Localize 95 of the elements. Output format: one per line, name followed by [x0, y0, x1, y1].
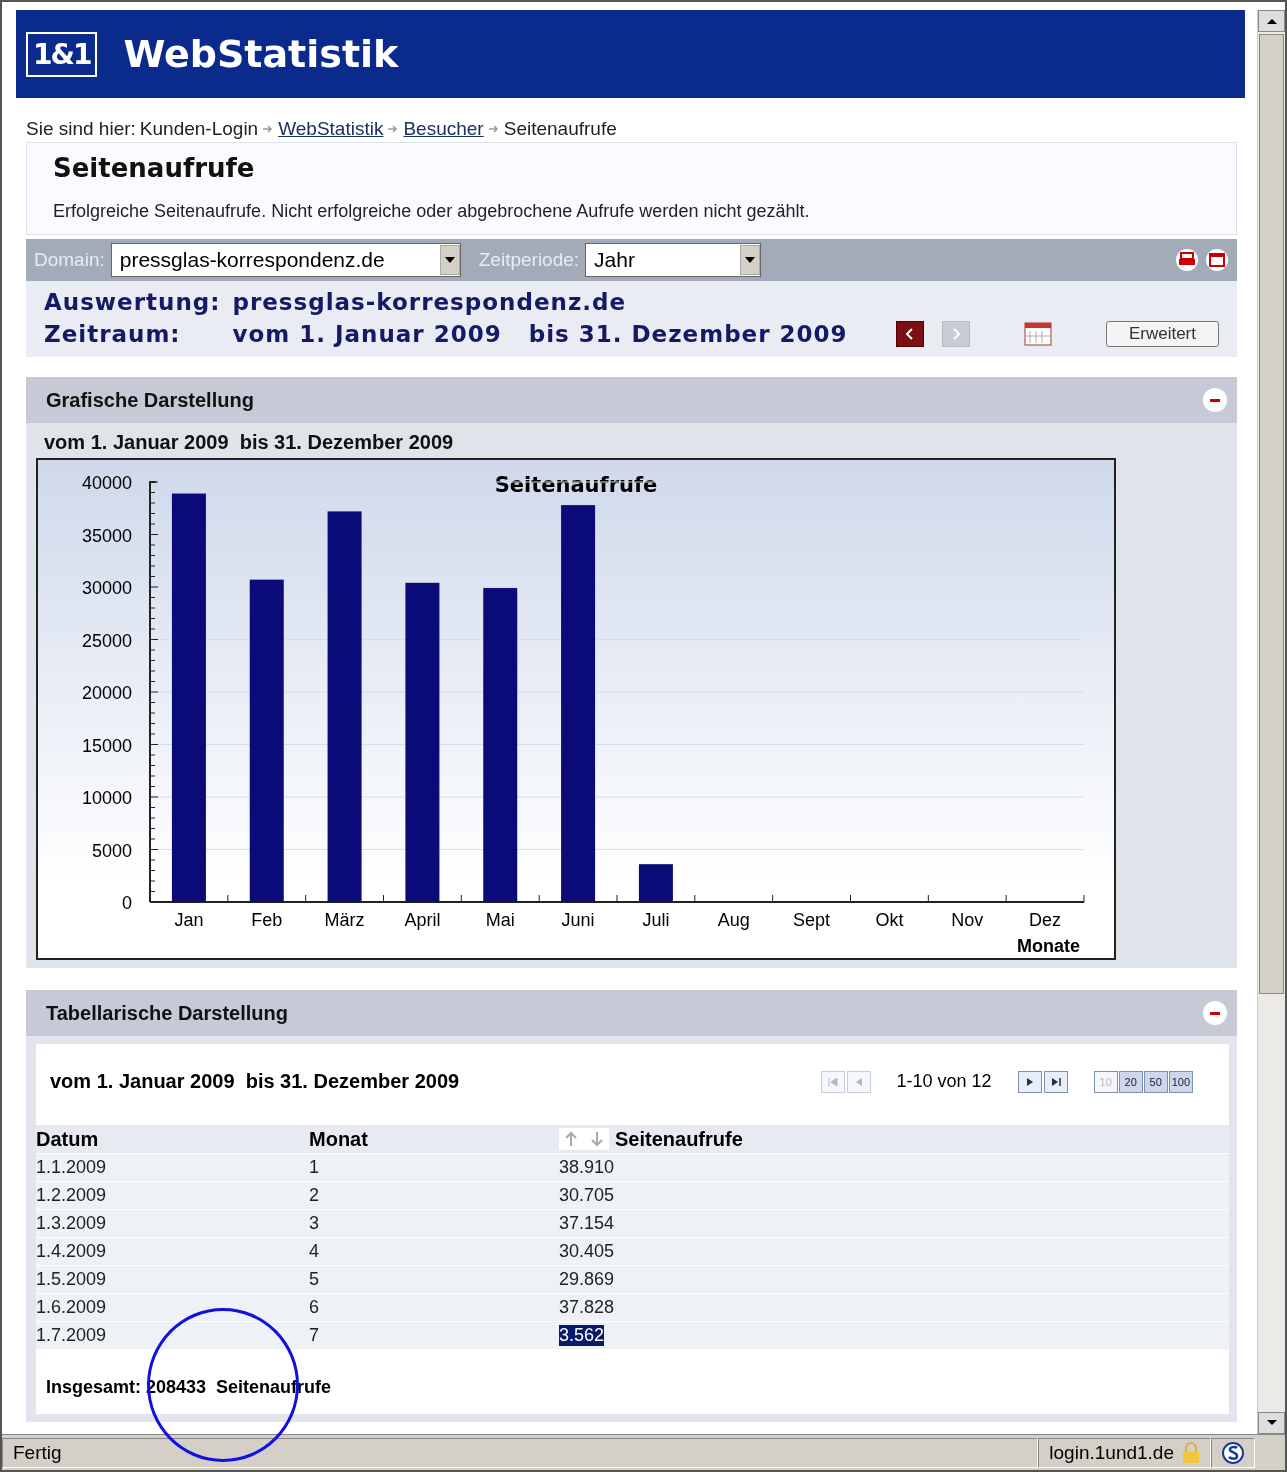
collapse-icon[interactable]: [1203, 1001, 1227, 1025]
y-tick-label: 30000: [81, 578, 132, 598]
next-last-page-icon[interactable]: [1017, 1070, 1068, 1093]
period-value: vom 1. Januar 2009 bis 31. Dezember 2009: [232, 321, 848, 347]
printer-icon[interactable]: [1175, 249, 1199, 271]
y-tick-label: 10000: [81, 788, 132, 808]
y-tick-label: 20000: [81, 683, 132, 703]
scroll-up-icon[interactable]: [1266, 18, 1277, 24]
page-title: Seitenaufrufe: [53, 153, 256, 183]
table-cell: 1.1.2009: [36, 1157, 107, 1178]
section-title: Tabellarische Darstellung: [46, 1001, 288, 1025]
filter-label: Domain:: [34, 249, 105, 271]
arrow-icon: [387, 124, 400, 134]
breadcrumb-item: Seitenaufrufe: [503, 118, 617, 140]
info-label: Zeitraum:: [44, 321, 182, 347]
table-cell: 4: [309, 1241, 319, 1262]
table-subtitle: vom 1. Januar 2009 bis 31. Dezember 2009: [50, 1070, 460, 1093]
table-cell: 30.705: [559, 1185, 615, 1206]
y-tick-label: 40000: [81, 473, 132, 493]
page-size-button[interactable]: 100: [1168, 1070, 1193, 1093]
y-tick-label: 25000: [81, 630, 132, 651]
window-icon[interactable]: [1205, 249, 1229, 271]
table-cell: 1: [309, 1157, 319, 1178]
arrow-icon: [262, 124, 275, 134]
chevron-right-icon: [950, 328, 961, 340]
erweitert-button[interactable]: Erweitert: [1105, 321, 1219, 347]
chart-title: Seitenaufrufe: [494, 473, 658, 497]
table-cell: 2: [309, 1185, 319, 1206]
x-tick-label: Dez: [1029, 910, 1062, 930]
logo: 1&1: [26, 31, 98, 77]
x-tick-label: März: [324, 910, 365, 930]
x-tick-label: Feb: [251, 910, 283, 930]
x-tick-label: Aug: [717, 910, 750, 930]
dropdown[interactable]: pressglas-korrespondenz.de: [110, 243, 461, 277]
table-cell: 7: [309, 1325, 319, 1346]
table-cell: 29.869: [559, 1269, 615, 1290]
table-cell: 37.154: [559, 1213, 615, 1234]
app-title: WebStatistik: [123, 32, 399, 76]
table-cell: 3.562: [559, 1325, 605, 1346]
chart-subtitle: vom 1. Januar 2009 bis 31. Dezember 2009: [43, 431, 455, 455]
y-tick-label: 35000: [81, 525, 132, 546]
page-size-button[interactable]: 50: [1143, 1070, 1168, 1093]
breadcrumb-label: Sie sind hier:: [26, 118, 136, 140]
y-tick-label: 0: [122, 893, 132, 913]
x-tick-label: Jan: [174, 910, 204, 930]
calendar-icon[interactable]: [1023, 322, 1052, 346]
x-tick-label: April: [404, 910, 441, 930]
bar: [638, 864, 673, 902]
previous-button[interactable]: [895, 321, 924, 347]
table-cell: 3: [309, 1213, 319, 1234]
y-tick-label: 15000: [81, 735, 132, 756]
pager-text: 1-10 von 12: [896, 1071, 992, 1092]
table-cell: 5: [309, 1269, 319, 1290]
scroll-down-icon[interactable]: [1266, 1420, 1277, 1426]
table-cell: 1.2.2009: [36, 1185, 107, 1206]
x-tick-label: Nov: [951, 910, 984, 930]
x-tick-label: Juni: [561, 910, 595, 930]
table-cell: 38.910: [559, 1157, 615, 1178]
scrollbar[interactable]: [1257, 10, 1285, 1434]
y-tick-label: 5000: [91, 840, 132, 861]
chevron-left-icon: [904, 328, 915, 340]
x-tick-label: Juli: [642, 910, 670, 930]
collapse-icon[interactable]: [1203, 388, 1227, 412]
x-tick-label: Sept: [793, 910, 831, 930]
column-header[interactable]: Seitenaufrufe: [615, 1127, 743, 1151]
table-cell: 1.3.2009: [36, 1213, 107, 1234]
dropdown-caret-icon: [740, 245, 761, 275]
host-text: login.1und1.de: [1049, 1441, 1174, 1464]
arrow-icon: [487, 124, 500, 134]
section-title: Grafische Darstellung: [46, 388, 254, 412]
table-cell: 37.828: [559, 1297, 615, 1318]
dropdown-caret-icon: [439, 245, 460, 275]
status-text: Fertig: [13, 1441, 62, 1464]
page-size-button[interactable]: 20: [1118, 1070, 1143, 1093]
breadcrumb-link[interactable]: Besucher: [403, 118, 484, 140]
breadcrumb-link[interactable]: WebStatistik: [278, 118, 384, 140]
s-logo-icon: [1222, 1441, 1244, 1464]
page-description: Erfolgreiche Seitenaufrufe. Nicht erfolgreiche oder abgebrochene Aufrufe werden nicht gezählt.: [53, 201, 811, 222]
info-label: Auswertung:: [44, 289, 221, 315]
x-tick-label: Mai: [485, 910, 515, 930]
table-cell: 1.4.2009: [36, 1241, 107, 1262]
table-cell: 6: [309, 1297, 319, 1318]
dropdown[interactable]: Jahr: [585, 243, 762, 277]
column-header[interactable]: Datum: [36, 1125, 309, 1153]
domain-value: pressglas-korrespondenz.de: [232, 289, 628, 315]
table-cell: 30.405: [559, 1241, 615, 1262]
table-cell: 1.5.2009: [36, 1269, 107, 1290]
table-cell: 1.6.2009: [36, 1297, 107, 1318]
column-header[interactable]: Monat: [309, 1125, 559, 1153]
breadcrumb-item: Kunden-Login: [139, 118, 259, 140]
filter-label: Zeitperiode:: [478, 249, 580, 271]
x-axis-title: Monate: [1017, 936, 1080, 956]
table-cell: 1.7.2009: [36, 1325, 107, 1346]
x-tick-label: Okt: [875, 910, 904, 930]
padlock-icon: [1182, 1441, 1200, 1464]
